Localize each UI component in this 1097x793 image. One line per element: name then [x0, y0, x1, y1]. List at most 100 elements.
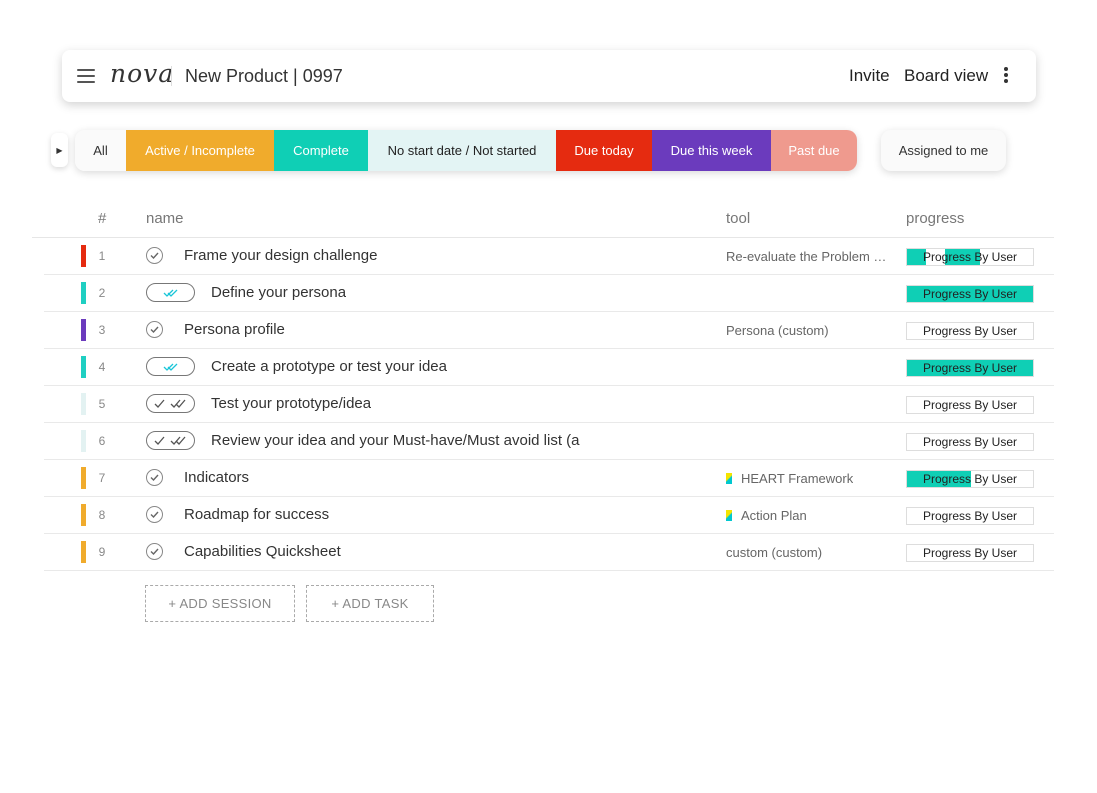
- status-color-stripe: [81, 430, 86, 452]
- session-done-toggle-icon[interactable]: [146, 357, 195, 376]
- row-number: 1: [98, 249, 106, 263]
- progress-by-user-bar[interactable]: Progress By User: [906, 470, 1034, 488]
- status-color-stripe: [81, 504, 86, 526]
- table-row[interactable]: 1 Frame your design challenge Re-evaluate …: [0, 238, 1097, 275]
- progress-by-user-bar[interactable]: Progress By User: [906, 507, 1034, 525]
- progress-label: Progress By User: [922, 509, 1018, 523]
- row-number: 4: [98, 360, 106, 374]
- invite-button[interactable]: Invite: [849, 66, 890, 86]
- board-view-button[interactable]: Board view: [904, 66, 988, 86]
- nova-logo: nova: [110, 59, 175, 88]
- status-color-stripe: [81, 393, 86, 415]
- task-name[interactable]: Persona profile: [184, 321, 285, 338]
- status-filter-bar: All Active / Incomplete Complete No star…: [75, 130, 857, 171]
- session-toggle-icon[interactable]: [146, 431, 195, 450]
- task-complete-checkbox-icon[interactable]: [146, 506, 163, 523]
- task-name[interactable]: Capabilities Quicksheet: [184, 543, 341, 560]
- more-options-icon[interactable]: [1001, 67, 1011, 85]
- tool-label: HEART Framework: [741, 471, 854, 486]
- tool-link[interactable]: Persona (custom): [726, 323, 829, 338]
- task-name[interactable]: Indicators: [184, 469, 249, 486]
- task-name[interactable]: Roadmap for success: [184, 506, 329, 523]
- status-color-stripe: [81, 319, 86, 341]
- tool-link[interactable]: Action Plan: [726, 508, 807, 523]
- header-divider: [171, 66, 172, 86]
- task-complete-checkbox-icon[interactable]: [146, 469, 163, 486]
- column-header-number: #: [98, 210, 107, 227]
- row-number: 6: [98, 434, 106, 448]
- progress-label: Progress By User: [922, 287, 1018, 301]
- tool-label: Action Plan: [741, 508, 807, 523]
- session-toggle-icon[interactable]: [146, 394, 195, 413]
- progress-by-user-bar[interactable]: Progress By User: [906, 322, 1034, 340]
- column-header-tool[interactable]: tool: [726, 210, 750, 227]
- progress-label: Progress By User: [922, 472, 1018, 486]
- row-number: 3: [98, 323, 106, 337]
- status-color-stripe: [81, 282, 86, 304]
- status-color-stripe: [81, 245, 86, 267]
- task-complete-checkbox-icon[interactable]: [146, 247, 163, 264]
- progress-by-user-bar[interactable]: Progress By User: [906, 248, 1034, 266]
- add-task-button[interactable]: + ADD TASK: [306, 585, 434, 622]
- table-row[interactable]: 4 Create a prototype or test your idea Pro…: [0, 349, 1097, 386]
- task-complete-checkbox-icon[interactable]: [146, 543, 163, 560]
- table-row[interactable]: 6 Review your idea and your Must-have/Mus…: [0, 423, 1097, 460]
- task-name[interactable]: Review your idea and your Must-have/Must…: [211, 432, 580, 449]
- progress-label: Progress By User: [922, 324, 1018, 338]
- task-name[interactable]: Define your persona: [211, 284, 346, 301]
- filter-all[interactable]: All: [75, 130, 126, 171]
- filter-past-due[interactable]: Past due: [771, 130, 857, 171]
- table-row[interactable]: 8 Roadmap for success Action Plan Progress …: [0, 497, 1097, 534]
- progress-label: Progress By User: [922, 546, 1018, 560]
- table-row[interactable]: 3 Persona profile Persona (custom) Progress…: [0, 312, 1097, 349]
- status-color-stripe: [81, 467, 86, 489]
- row-number: 5: [98, 397, 106, 411]
- filter-active-incomplete[interactable]: Active / Incomplete: [126, 130, 274, 171]
- row-number: 9: [98, 545, 106, 559]
- table-header: # name tool progress: [0, 205, 1097, 238]
- progress-label: Progress By User: [922, 361, 1018, 375]
- column-header-progress[interactable]: progress: [906, 210, 964, 227]
- assigned-to-me-button[interactable]: Assigned to me: [881, 130, 1006, 171]
- filter-no-start-date[interactable]: No start date / Not started: [368, 130, 556, 171]
- filter-due-this-week[interactable]: Due this week: [652, 130, 771, 171]
- filter-scroll-left-button[interactable]: ▶: [51, 133, 68, 167]
- task-name[interactable]: Create a prototype or test your idea: [211, 358, 447, 375]
- status-color-stripe: [81, 541, 86, 563]
- status-color-stripe: [81, 356, 86, 378]
- row-number: 7: [98, 471, 106, 485]
- progress-by-user-bar[interactable]: Progress By User: [906, 359, 1034, 377]
- top-bar: nova New Product | 0997 Invite Board vie…: [62, 50, 1036, 102]
- progress-by-user-bar[interactable]: Progress By User: [906, 433, 1034, 451]
- table-row[interactable]: 7 Indicators HEART Framework Progress By Us…: [0, 460, 1097, 497]
- progress-label: Progress By User: [922, 398, 1018, 412]
- tool-label: Persona (custom): [726, 323, 829, 338]
- progress-by-user-bar[interactable]: Progress By User: [906, 396, 1034, 414]
- tool-icon: [726, 510, 732, 521]
- progress-label: Progress By User: [922, 250, 1018, 264]
- table-row[interactable]: 9 Capabilities Quicksheet custom (custom) P…: [0, 534, 1097, 571]
- session-done-toggle-icon[interactable]: [146, 283, 195, 302]
- tool-link[interactable]: HEART Framework: [726, 471, 853, 486]
- filter-complete[interactable]: Complete: [274, 130, 368, 171]
- table-row[interactable]: 2 Define your persona Progress By User: [0, 275, 1097, 312]
- row-number: 2: [98, 286, 106, 300]
- task-name[interactable]: Test your prototype/idea: [211, 395, 371, 412]
- column-header-name[interactable]: name: [146, 210, 184, 227]
- project-title: New Product | 0997: [185, 66, 343, 86]
- row-number: 8: [98, 508, 106, 522]
- add-session-button[interactable]: + ADD SESSION: [145, 585, 295, 622]
- tool-link[interactable]: Re-evaluate the Problem …: [726, 249, 886, 264]
- progress-by-user-bar[interactable]: Progress By User: [906, 285, 1034, 303]
- task-name[interactable]: Frame your design challenge: [184, 247, 377, 264]
- tool-link[interactable]: custom (custom): [726, 545, 822, 560]
- table-row[interactable]: 5 Test your prototype/idea Progress By Use…: [0, 386, 1097, 423]
- tool-icon: [726, 473, 732, 484]
- progress-by-user-bar[interactable]: Progress By User: [906, 544, 1034, 562]
- filter-due-today[interactable]: Due today: [556, 130, 652, 171]
- row-divider: [44, 570, 1054, 571]
- progress-label: Progress By User: [922, 435, 1018, 449]
- tool-label: custom (custom): [726, 545, 823, 560]
- task-complete-checkbox-icon[interactable]: [146, 321, 163, 338]
- hamburger-menu-icon[interactable]: [77, 69, 95, 83]
